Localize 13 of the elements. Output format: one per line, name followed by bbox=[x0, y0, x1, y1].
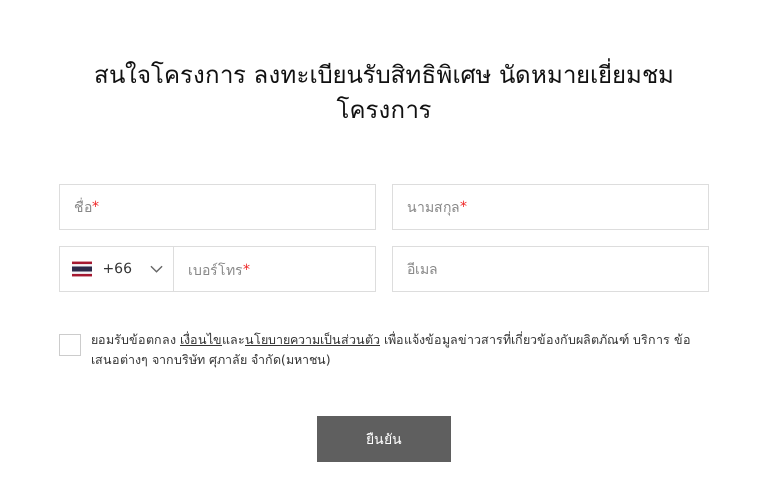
flag-icon bbox=[72, 261, 92, 277]
consent-text: ยอมรับข้อตกลง เงื่อนไขและนโยบายความเป็นส่วนตัว เพื่อแจ้งข้อมูลข่าวสารที่เกี่ยวข้องกับผลิตภัณฑ์ บริการ ข้อเสนอต่างๆ จากบริษัท ศุภาลัย จำกัด(มหาชน) bbox=[91, 330, 692, 370]
link[interactable]: นโยบายความเป็นส่วนตัว bbox=[244, 332, 380, 347]
chevron-down-icon bbox=[150, 265, 163, 273]
checkbox[interactable] bbox=[59, 334, 81, 356]
link[interactable]: เงื่อนไข bbox=[180, 332, 222, 347]
submit-button[interactable]: ยืนยัน bbox=[317, 416, 451, 462]
form-title: สนใจโครงการ ลงทะเบียนรับสิทธิพิเศษ นัดหมายเยี่ยมชมโครงการ bbox=[79, 58, 689, 128]
country-code-select[interactable]: +66 bbox=[60, 247, 174, 291]
input-field[interactable]: ชื่อ* bbox=[59, 184, 376, 230]
input-field[interactable]: นามสกุล* bbox=[392, 184, 709, 230]
input-field[interactable]: เบอร์โทร* bbox=[174, 247, 375, 293]
input-field[interactable]: อีเมล bbox=[392, 246, 709, 292]
